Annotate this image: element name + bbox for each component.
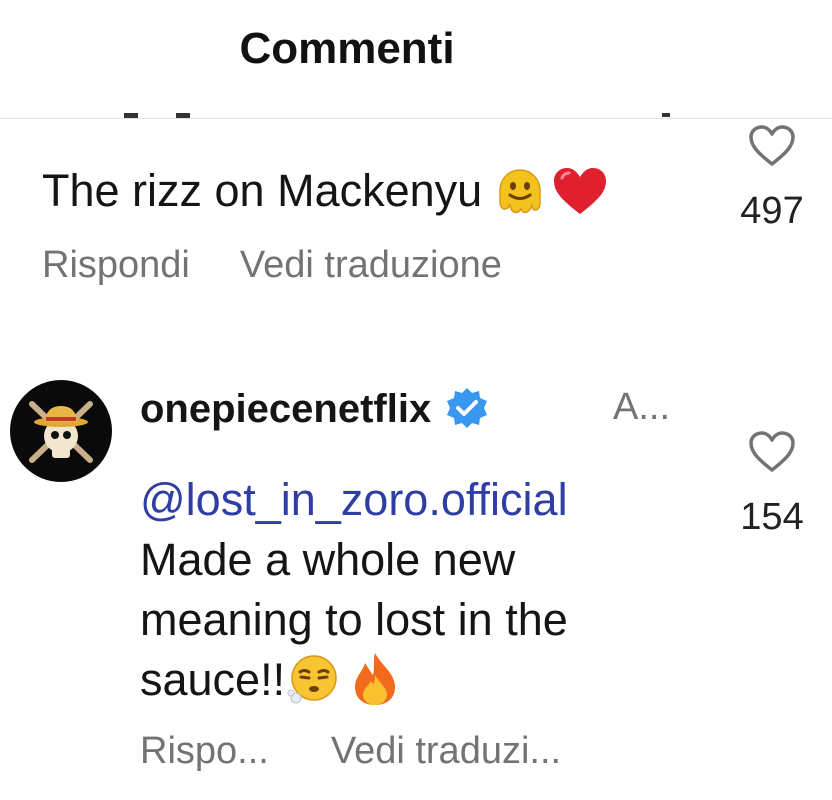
like-count: 497 (740, 190, 804, 232)
see-translation-button[interactable]: Vedi traduzi... (331, 730, 561, 772)
melting-face-icon (499, 169, 541, 214)
verified-badge-icon (447, 388, 488, 428)
comment-text-row: The rizz on Mackenyu (42, 164, 608, 217)
clipped-text-fragment (176, 113, 190, 118)
clipped-text-fragment (124, 113, 138, 118)
fire-icon (355, 653, 396, 705)
like-count: 154 (740, 496, 804, 538)
comment-body: @lost_in_zoro.official Made a whole new … (140, 470, 680, 710)
heart-icon[interactable] (748, 430, 796, 474)
like-column: 497 (722, 124, 822, 233)
comment-time: A... (613, 386, 671, 428)
reply-button[interactable]: Rispondi (42, 244, 190, 286)
like-column: 154 (722, 430, 822, 539)
comment-actions: Rispo... Vedi traduzi... (140, 730, 623, 773)
comments-header: Commenti (0, 0, 832, 119)
straw-hat-skull-logo-icon (29, 401, 93, 463)
heart-icon[interactable] (748, 124, 796, 168)
username[interactable]: onepiecenetflix (140, 387, 431, 431)
see-translation-button[interactable]: Vedi traduzione (240, 244, 502, 286)
face-exhaling-icon (287, 655, 337, 704)
avatar[interactable] (10, 380, 112, 482)
username-row: onepiecenetflix (140, 386, 489, 432)
red-heart-icon (554, 168, 607, 214)
comment-actions: Rispondi Vedi traduzione (42, 244, 552, 287)
mention-link[interactable]: @lost_in_zoro.official (140, 470, 680, 530)
comment-text: The rizz on Mackenyu (42, 165, 483, 216)
clipped-text-fragment (662, 113, 670, 117)
reply-button[interactable]: Rispo... (140, 730, 269, 772)
page-title: Commenti (239, 24, 455, 73)
